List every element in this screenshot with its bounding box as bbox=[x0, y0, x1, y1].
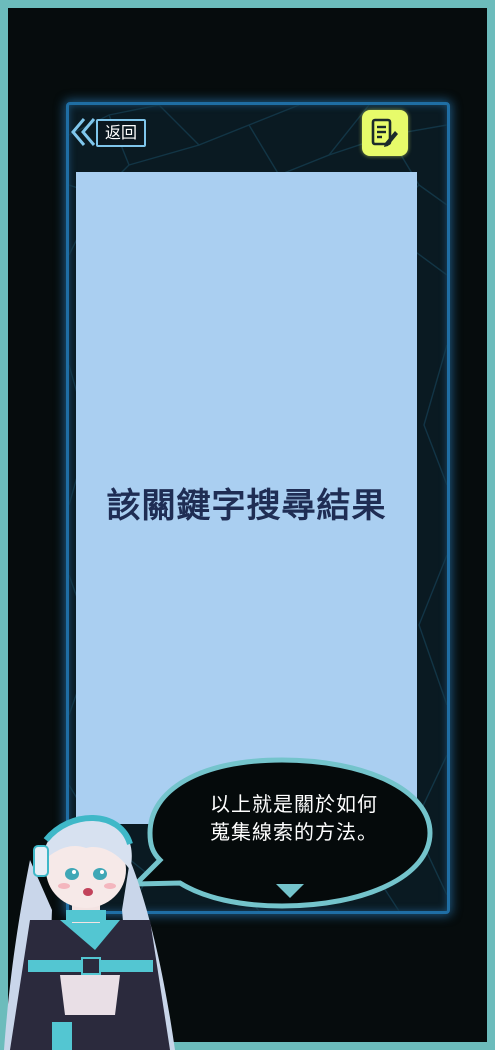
back-button[interactable]: 返回 bbox=[70, 116, 148, 148]
character-portrait bbox=[4, 815, 175, 1050]
dialog-text: 以上就是關於如何蒐集線索的方法。 bbox=[210, 792, 378, 844]
double-chevron-left-icon bbox=[71, 118, 96, 146]
search-result-card: 該關鍵字搜尋結果 bbox=[76, 172, 417, 824]
notes-button[interactable] bbox=[362, 110, 408, 156]
triangle-down-icon[interactable] bbox=[276, 884, 304, 898]
back-button-label: 返回 bbox=[96, 119, 146, 147]
search-result-title: 該關鍵字搜尋結果 bbox=[106, 486, 387, 526]
notepad-pencil-icon bbox=[371, 118, 398, 147]
